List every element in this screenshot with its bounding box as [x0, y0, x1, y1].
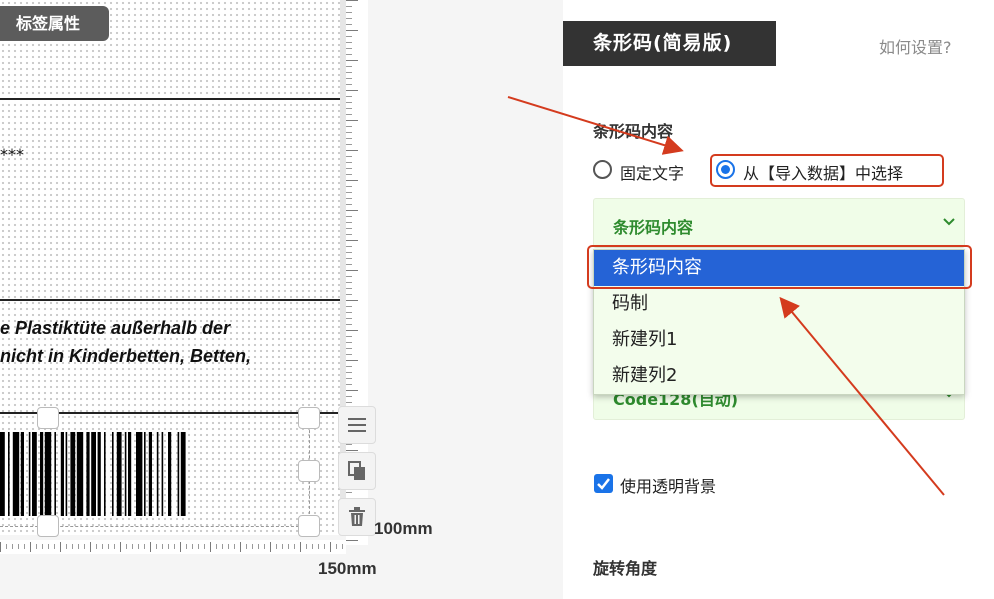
radio-import-data-label[interactable]: 从【导入数据】中选择	[743, 160, 903, 184]
barcode-bar	[54, 432, 56, 516]
radio-import-data[interactable]	[716, 160, 735, 179]
rotation-section-title: 旋转角度	[593, 559, 658, 578]
horizontal-ruler-major-ticks	[0, 540, 346, 554]
barcode-bar	[136, 432, 143, 516]
barcode-bar	[104, 432, 106, 516]
height-dimension: 100mm	[374, 519, 433, 538]
stars-text[interactable]: ***	[0, 145, 24, 164]
barcode-bar	[180, 432, 186, 516]
barcode-bar	[0, 432, 5, 516]
barcode-bar	[168, 432, 172, 516]
barcode-bar	[12, 432, 20, 516]
barcode-bar	[156, 432, 159, 516]
label-properties-tag[interactable]: 标签属性	[0, 6, 109, 41]
barcode-bar	[124, 432, 127, 516]
label-canvas[interactable]: 标签属性 *** e Plastiktüte außerhalb der nic…	[0, 0, 340, 537]
label-text-line[interactable]: e Plastiktüte außerhalb der	[0, 318, 230, 339]
barcode-bar	[161, 432, 164, 516]
barcode-bar	[148, 432, 152, 516]
transparent-bg-label[interactable]: 使用透明背景	[620, 473, 716, 497]
barcode-bar	[40, 432, 44, 516]
resize-handle[interactable]	[37, 407, 59, 429]
delete-button[interactable]	[338, 498, 376, 536]
horizontal-line[interactable]	[0, 299, 340, 301]
layers-button[interactable]	[338, 406, 376, 444]
content-section-title: 条形码内容	[593, 122, 674, 141]
copy-icon	[348, 461, 365, 480]
barcode-bar	[60, 432, 64, 516]
barcode-bar	[8, 432, 10, 516]
width-dimension: 150mm	[318, 559, 377, 578]
horizontal-line[interactable]	[0, 98, 340, 100]
barcode-bar	[97, 432, 101, 516]
dropdown-option[interactable]: 码制	[594, 286, 964, 322]
panel-title: 条形码(简易版)	[563, 21, 776, 66]
transparent-bg-checkbox[interactable]	[594, 474, 613, 493]
app-root: 标签属性 *** e Plastiktüte außerhalb der nic…	[0, 0, 994, 599]
checkmark-icon	[597, 478, 610, 490]
barcode-bar	[177, 432, 180, 516]
list-icon	[348, 418, 366, 432]
barcode-bar	[44, 432, 52, 516]
annotation-box	[587, 245, 972, 289]
trash-icon	[349, 507, 365, 526]
content-select-value: 条形码内容	[613, 218, 694, 237]
resize-handle[interactable]	[298, 407, 320, 429]
resize-handle[interactable]	[37, 515, 59, 537]
resize-handle[interactable]	[298, 515, 320, 537]
barcode-bar	[76, 432, 84, 516]
barcode-element[interactable]	[0, 432, 296, 516]
chevron-down-icon	[943, 218, 955, 226]
dropdown-option[interactable]: 新建列1	[594, 322, 964, 358]
label-text-line[interactable]: nicht in Kinderbetten, Betten,	[0, 346, 251, 367]
radio-fixed-text-label[interactable]: 固定文字	[620, 160, 684, 184]
content-select[interactable]: 条形码内容	[593, 198, 965, 248]
copy-button[interactable]	[338, 452, 376, 490]
barcode-bar	[32, 432, 37, 516]
barcode-bar	[20, 432, 24, 516]
barcode-bar	[28, 432, 31, 516]
barcode-bar	[128, 432, 132, 516]
barcode-bar	[70, 432, 76, 516]
barcode-bar	[91, 432, 96, 516]
barcode-bar	[86, 432, 90, 516]
dropdown-option[interactable]: 新建列2	[594, 358, 964, 394]
help-link[interactable]: 如何设置?	[879, 34, 952, 58]
barcode-bar	[144, 432, 146, 516]
radio-fixed-text[interactable]	[593, 160, 612, 179]
barcode-bar	[65, 432, 68, 516]
barcode-bar	[116, 432, 122, 516]
resize-handle[interactable]	[298, 460, 320, 482]
barcode-bar	[112, 432, 114, 516]
